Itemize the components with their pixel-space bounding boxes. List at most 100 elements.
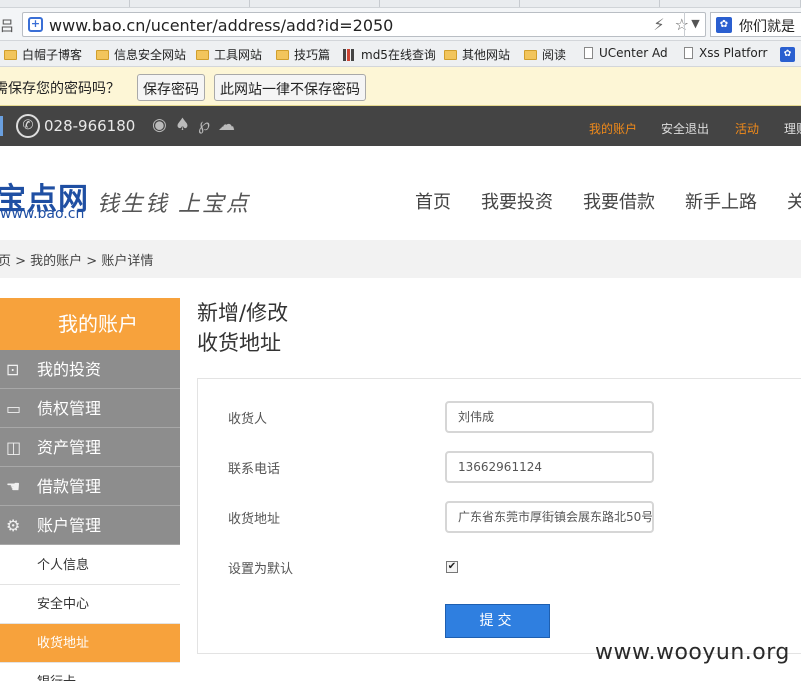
submit-button[interactable]: 提交 — [445, 604, 550, 638]
sidebar-item-label: 债权管理 — [37, 399, 102, 418]
social-icons: ◉♠℘☁ — [152, 115, 243, 135]
bookmark-item[interactable]: 工具网站 — [196, 46, 262, 63]
gear-icon: ⚙ — [6, 516, 21, 535]
nav-invest[interactable]: 我要投资 — [481, 188, 553, 214]
url-prefix-char: 吕 — [0, 19, 14, 35]
sidebar-item-account[interactable]: ⚙ 账户管理 — [0, 506, 180, 545]
sidebar-subitem-bankcard[interactable]: 银行卡 — [0, 663, 180, 681]
nav-about[interactable]: 关 — [787, 188, 801, 214]
recipient-label: 收货人 — [228, 412, 268, 427]
address-form: 收货人 刘伟成 联系电话 13662961124 收货地址 广东省东莞市厚街镇会… — [197, 378, 801, 654]
bookmark-item[interactable]: UCenter Ad — [584, 46, 668, 60]
bookmark-label: 信息安全网站 — [114, 48, 187, 62]
search-text: 你们就是 — [739, 19, 795, 35]
sidebar-title: 我的账户 — [0, 298, 180, 350]
baidu-icon: ✿ — [780, 47, 795, 62]
tab-fragment[interactable] — [380, 0, 520, 7]
tab-fragment[interactable] — [250, 0, 380, 7]
page-title-line2: 收货地址 — [197, 331, 281, 355]
sidebar-item-debt[interactable]: ▭ 债权管理 — [0, 389, 180, 428]
browser-address-bar: 吕 + www.bao.cn/ucenter/address/add?id=20… — [0, 8, 801, 41]
bookmark-item[interactable]: 白帽子博客 — [4, 46, 82, 63]
qq-icon[interactable]: ♠ — [175, 115, 198, 135]
bookmark-label: 技巧篇 — [294, 48, 331, 62]
top-link-logout[interactable]: 安全退出 — [661, 120, 709, 137]
tab-fragment[interactable] — [660, 0, 801, 7]
top-link-activity[interactable]: 活动 — [735, 120, 759, 137]
folder-icon — [524, 50, 537, 60]
breadcrumb-bar: 页 > 我的账户 > 账户详情 — [0, 240, 801, 278]
tab-fragment[interactable] — [520, 0, 660, 7]
bookmark-label: 白帽子博客 — [22, 48, 83, 62]
phone-icon: ✆ — [16, 114, 40, 138]
folder-icon — [444, 50, 457, 60]
sidebar-item-label: 借款管理 — [37, 477, 102, 496]
weibo-icon[interactable]: ◉ — [152, 115, 175, 135]
bookmark-label: Xss Platforr — [699, 46, 768, 60]
folder-icon — [276, 50, 289, 60]
top-link-my-account[interactable]: 我的账户 — [589, 120, 637, 137]
plug-icon: ⊡ — [6, 360, 20, 379]
logo-url: www.bao.cn — [0, 206, 85, 222]
bookmark-label: 工具网站 — [214, 48, 263, 62]
folder-icon — [96, 50, 109, 60]
default-checkbox[interactable]: ✔ — [446, 561, 458, 573]
top-link-finance[interactable]: 理财 — [784, 120, 801, 137]
grid-icon — [343, 49, 355, 61]
nav-home[interactable]: 首页 — [415, 188, 451, 214]
sidebar-item-label: 我的投资 — [37, 360, 102, 379]
hand-icon: ☚ — [6, 477, 21, 496]
search-input[interactable]: ✿ 你们就是 — [710, 12, 801, 37]
password-save-bar: 需保存您的密码吗？ 保存密码 此网站一律不保存密码 — [0, 67, 801, 106]
sidebar-subitem-security[interactable]: 安全中心 — [0, 585, 180, 624]
folder-icon — [4, 50, 17, 60]
save-password-button[interactable]: 保存密码 — [137, 74, 205, 101]
bookmark-item[interactable]: Xss Platforr — [684, 46, 772, 60]
tab-fragment[interactable] — [0, 0, 130, 7]
site-header: 宝点网 www.bao.cn 钱生钱 上宝点 首页 我要投资 我要借款 新手上路… — [0, 146, 801, 252]
baidu-icon: ✿ — [716, 17, 732, 33]
breadcrumb[interactable]: 页 > 我的账户 > 账户详情 — [0, 250, 153, 269]
phone-label: 联系电话 — [228, 462, 281, 477]
site-slogan: 钱生钱 上宝点 — [97, 192, 250, 217]
page-title: 新增/修改 收货地址 — [197, 298, 288, 358]
folder-icon — [196, 50, 209, 60]
wechat-icon[interactable]: ☁ — [218, 115, 243, 135]
bookmark-item[interactable]: 其他网站 — [444, 46, 510, 63]
shield-icon: + — [28, 17, 43, 32]
sidebar-item-loans[interactable]: ☚ 借款管理 — [0, 467, 180, 506]
sidebar-item-assets[interactable]: ◫ 资产管理 — [0, 428, 180, 467]
bookmark-item[interactable]: 阅读 — [524, 46, 566, 63]
bookmark-item[interactable]: ✿ — [780, 45, 795, 62]
nav-newbie[interactable]: 新手上路 — [685, 188, 757, 214]
lightning-icon[interactable]: ⚡ — [653, 15, 674, 34]
sidebar-subitem-profile[interactable]: 个人信息 — [0, 546, 180, 585]
tab-fragment[interactable] — [130, 0, 250, 7]
recipient-field[interactable]: 刘伟成 — [445, 401, 654, 433]
bookmark-item[interactable]: md5在线查询 — [343, 46, 435, 63]
sidebar-item-investments[interactable]: ⊡ 我的投资 — [0, 350, 180, 389]
address-label: 收货地址 — [228, 512, 281, 527]
bookmark-item[interactable]: 信息安全网站 — [96, 46, 186, 63]
url-input[interactable]: + www.bao.cn/ucenter/address/add?id=2050… — [22, 12, 706, 37]
left-edge-accent — [0, 116, 3, 136]
page-title-line1: 新增/修改 — [197, 301, 289, 325]
bookmark-label: 其他网站 — [462, 48, 511, 62]
card-icon: ▭ — [6, 399, 22, 418]
never-save-password-button[interactable]: 此网站一律不保存密码 — [214, 74, 366, 101]
bookmark-label: UCenter Ad — [599, 46, 668, 60]
bookmark-label: 阅读 — [542, 48, 567, 62]
page-icon — [684, 47, 693, 59]
url-text: www.bao.cn/ucenter/address/add?id=2050 — [49, 16, 394, 35]
folder-icon: ◫ — [6, 438, 22, 457]
chevron-down-icon[interactable]: ▼ — [684, 12, 706, 37]
address-field[interactable]: 广东省东莞市厚街镇会展东路北50号 — [445, 501, 654, 533]
phone-field[interactable]: 13662961124 — [445, 451, 654, 483]
bookmark-item[interactable]: 技巧篇 — [276, 46, 330, 63]
sidebar-subitem-address[interactable]: 收货地址 — [0, 624, 180, 663]
nav-borrow[interactable]: 我要借款 — [583, 188, 655, 214]
paypal-icon[interactable]: ℘ — [198, 115, 218, 135]
sidebar-item-label: 账户管理 — [37, 516, 102, 535]
password-prompt-text: 需保存您的密码吗？ — [0, 81, 120, 97]
phone-number: 028-966180 — [44, 117, 136, 135]
